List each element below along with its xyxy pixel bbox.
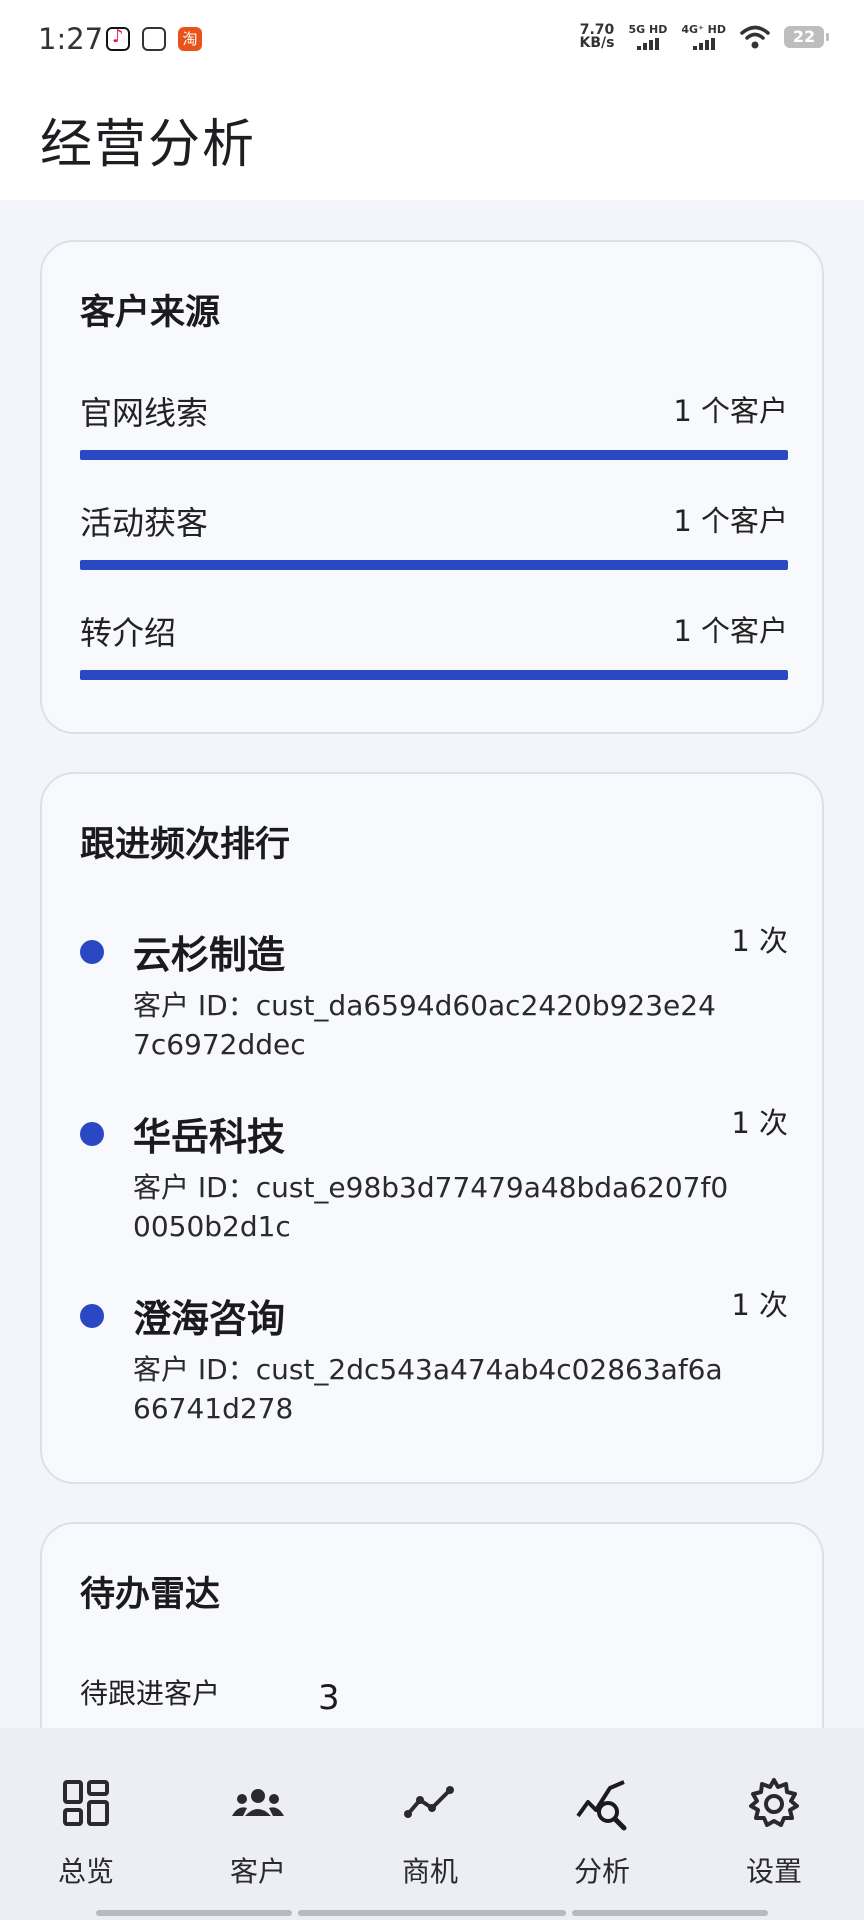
taobao-icon: 淘	[178, 27, 202, 51]
signal-bars-icon	[681, 38, 726, 50]
follow-count: 1 次	[731, 924, 788, 958]
gesture-bar	[298, 1910, 566, 1916]
dashboard-icon	[63, 1780, 109, 1826]
status-bar: 1:27 淘 7.70 KB/s 5G HD 4G⁺ HD 22	[0, 0, 864, 80]
wifi-icon	[740, 25, 770, 49]
battery-icon: 22	[784, 26, 829, 48]
customer-source-card: 客户来源 官网线索 1 个客户 活动获客 1 个客户 转介绍 1 个客户	[40, 240, 824, 734]
nav-label: 商机	[401, 1855, 458, 1888]
card-title: 待办雷达	[80, 1575, 221, 1615]
pending-customers-value: 3	[318, 1678, 340, 1718]
nav-item-analytics[interactable]: 分析	[516, 1728, 688, 1920]
status-indicators: 7.70 KB/s 5G HD 4G⁺ HD 22	[579, 22, 829, 51]
source-count: 1 个客户	[673, 394, 788, 428]
people-icon	[232, 1789, 284, 1816]
customer-name: 云杉制造	[133, 933, 286, 977]
gesture-bar	[96, 1910, 292, 1916]
follow-count: 1 次	[731, 1106, 788, 1140]
status-notification-icons: 淘	[106, 26, 202, 51]
rank-dot	[80, 1304, 104, 1328]
status-time: 1:27	[38, 22, 104, 56]
customer-id: 客户 ID：cust_da6594d60ac2420b923e247c6972d…	[133, 989, 716, 1061]
card-title: 跟进频次排行	[80, 825, 291, 865]
nav-label: 分析	[573, 1855, 630, 1888]
source-label: 转介绍	[80, 614, 177, 652]
signal-bars-icon	[628, 38, 667, 50]
nav-label: 总览	[57, 1855, 114, 1888]
follow-rank-card: 跟进频次排行 云杉制造 1 次 客户 ID：cust_da6594d60ac24…	[40, 772, 824, 1484]
source-progress-bar	[80, 450, 788, 460]
signal-sim2: 4G⁺ HD	[681, 24, 726, 50]
gesture-bar	[572, 1910, 768, 1916]
follow-count: 1 次	[731, 1288, 788, 1322]
source-progress-fill	[80, 560, 788, 570]
gear-icon	[749, 1778, 799, 1827]
source-label: 活动获客	[80, 504, 209, 542]
source-count: 1 个客户	[673, 504, 788, 538]
rank-dot	[80, 940, 104, 964]
trend-icon	[404, 1786, 454, 1818]
customer-id: 客户 ID：cust_2dc543a474ab4c02863af6a66741d…	[133, 1353, 723, 1425]
analytics-search-icon	[576, 1780, 627, 1831]
customer-name: 华岳科技	[133, 1115, 286, 1159]
source-progress-bar	[80, 560, 788, 570]
tiktok-icon	[106, 26, 130, 51]
nav-item-opportunities[interactable]: 商机	[344, 1728, 516, 1920]
app-bar: 经营分析	[0, 80, 864, 200]
nav-item-overview[interactable]: 总览	[0, 1728, 172, 1920]
source-count: 1 个客户	[673, 614, 788, 648]
source-label: 官网线索	[80, 394, 209, 432]
customer-id: 客户 ID：cust_e98b3d77479a48bda6207f00050b2…	[133, 1171, 729, 1243]
pending-customers-label: 待跟进客户	[80, 1677, 221, 1710]
app-notification-icon	[142, 27, 166, 51]
customer-name: 澄海咨询	[133, 1297, 286, 1341]
nav-label: 设置	[745, 1855, 802, 1888]
nav-item-settings[interactable]: 设置	[688, 1728, 860, 1920]
nav-item-customers[interactable]: 客户	[172, 1728, 344, 1920]
page-title: 经营分析	[40, 115, 257, 175]
signal-sim1: 5G HD	[628, 24, 667, 50]
source-progress-fill	[80, 670, 788, 680]
source-progress-fill	[80, 450, 788, 460]
card-title: 客户来源	[80, 293, 221, 333]
network-speed: 7.70 KB/s	[579, 22, 615, 51]
bottom-navigation: 总览 客户 商机 分析 设置	[0, 1728, 864, 1920]
source-progress-bar	[80, 670, 788, 680]
rank-dot	[80, 1122, 104, 1146]
nav-label: 客户	[229, 1855, 286, 1888]
